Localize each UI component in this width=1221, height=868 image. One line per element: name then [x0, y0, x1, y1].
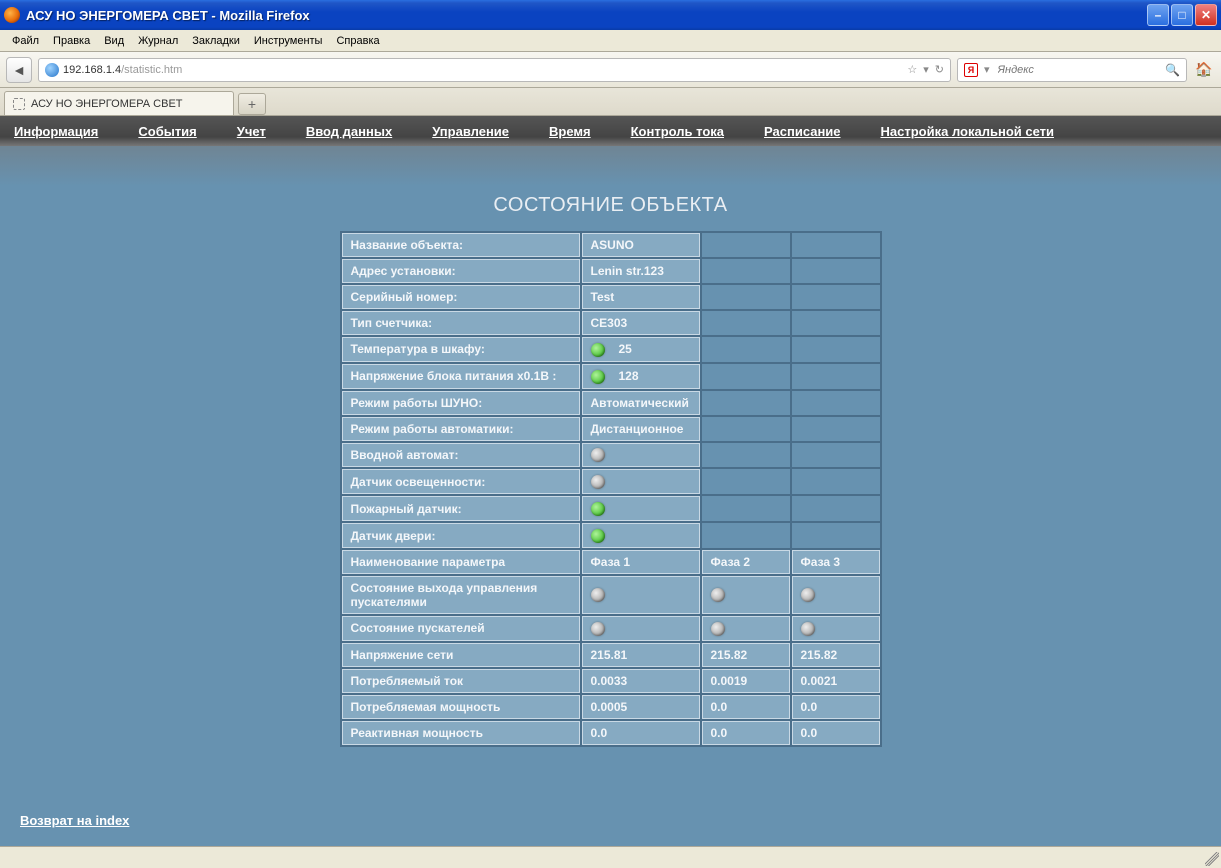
window-title: АСУ НО ЭНЕРГОМЕРА СВЕТ - Mozilla Firefox [26, 8, 1147, 23]
dropdown-icon[interactable]: ▾ [923, 63, 929, 76]
nav-events[interactable]: События [138, 124, 196, 139]
back-to-index-link[interactable]: Возврат на index [20, 813, 129, 828]
table-row: Название объекта:ASUNO [342, 233, 880, 257]
menu-view[interactable]: Вид [98, 33, 130, 49]
nav-control[interactable]: Управление [432, 124, 509, 139]
led-indicator [711, 588, 725, 602]
table-row: Температура в шкафу:25 [342, 337, 880, 362]
tab-title: АСУ НО ЭНЕРГОМЕРА СВЕТ [31, 98, 183, 110]
table-row: Вводной автомат: [342, 443, 880, 468]
globe-icon [45, 63, 59, 77]
home-button[interactable]: 🏠 [1193, 59, 1215, 81]
led-indicator [591, 502, 605, 516]
led-indicator [801, 588, 815, 602]
menu-file[interactable]: Файл [6, 33, 45, 49]
menu-history[interactable]: Журнал [132, 33, 184, 49]
table-row: Напряжение сети215.81215.82215.82 [342, 643, 880, 667]
browser-tab[interactable]: АСУ НО ЭНЕРГОМЕРА СВЕТ [4, 91, 234, 115]
url-input[interactable]: 192.168.1.4/statistic.htm ☆ ▾ ↻ [38, 58, 951, 82]
object-state-table: Название объекта:ASUNO Адрес установки:L… [340, 231, 882, 747]
table-row: Датчик двери: [342, 523, 880, 548]
nav-time[interactable]: Время [549, 124, 591, 139]
table-row: Тип счетчика:CE303 [342, 311, 880, 335]
bookmark-star-icon[interactable]: ☆ [907, 63, 917, 76]
search-input[interactable] [996, 63, 1160, 77]
site-nav: Информация События Учет Ввод данных Упра… [0, 116, 1221, 146]
nav-lan[interactable]: Настройка локальной сети [881, 124, 1055, 139]
led-indicator [591, 370, 605, 384]
url-text: 192.168.1.4/statistic.htm [63, 64, 182, 76]
table-row: Потребляемая мощность0.00050.00.0 [342, 695, 880, 719]
table-row: Датчик освещенности: [342, 469, 880, 494]
table-row: Адрес установки:Lenin str.123 [342, 259, 880, 283]
led-indicator [591, 529, 605, 543]
menu-help[interactable]: Справка [330, 33, 385, 49]
window-titlebar: АСУ НО ЭНЕРГОМЕРА СВЕТ - Mozilla Firefox… [0, 0, 1221, 30]
browser-navbar: ◄ 192.168.1.4/statistic.htm ☆ ▾ ↻ Я ▾ 🔍 … [0, 52, 1221, 88]
window-minimize-button[interactable]: – [1147, 4, 1169, 26]
window-close-button[interactable]: ✕ [1195, 4, 1217, 26]
menu-tools[interactable]: Инструменты [248, 33, 329, 49]
led-indicator [711, 622, 725, 636]
firefox-icon [4, 7, 20, 23]
reload-icon[interactable]: ↻ [935, 63, 944, 76]
page-content: Информация События Учет Ввод данных Упра… [0, 116, 1221, 846]
table-row: Серийный номер:Test [342, 285, 880, 309]
tab-strip: АСУ НО ЭНЕРГОМЕРА СВЕТ + [0, 88, 1221, 116]
new-tab-button[interactable]: + [238, 93, 266, 115]
led-indicator [591, 622, 605, 636]
nav-schedule[interactable]: Расписание [764, 124, 841, 139]
nav-info[interactable]: Информация [14, 124, 98, 139]
table-row: Состояние выхода управления пускателями [342, 576, 880, 614]
page-icon [13, 98, 25, 110]
nav-account[interactable]: Учет [237, 124, 266, 139]
table-row: Потребляемый ток0.00330.00190.0021 [342, 669, 880, 693]
page-title: СОСТОЯНИЕ ОБЪЕКТА [0, 194, 1221, 217]
led-indicator [591, 343, 605, 357]
led-indicator [801, 622, 815, 636]
window-maximize-button[interactable]: □ [1171, 4, 1193, 26]
table-row: Режим работы автоматики:Дистанционное [342, 417, 880, 441]
table-header-row: Наименование параметра Фаза 1 Фаза 2 Фаз… [342, 550, 880, 574]
nav-input[interactable]: Ввод данных [306, 124, 392, 139]
led-indicator [591, 588, 605, 602]
menu-bookmarks[interactable]: Закладки [186, 33, 246, 49]
table-row: Режим работы ШУНО:Автоматический [342, 391, 880, 415]
menu-edit[interactable]: Правка [47, 33, 96, 49]
yandex-icon: Я [964, 63, 978, 77]
back-button[interactable]: ◄ [6, 57, 32, 83]
nav-current[interactable]: Контроль тока [631, 124, 724, 139]
table-row: Пожарный датчик: [342, 496, 880, 521]
search-box[interactable]: Я ▾ 🔍 [957, 58, 1187, 82]
led-indicator [591, 448, 605, 462]
table-row: Состояние пускателей [342, 616, 880, 641]
status-bar [0, 846, 1221, 868]
resize-grip-icon[interactable] [1205, 852, 1219, 866]
table-row: Напряжение блока питания x0.1В :128 [342, 364, 880, 389]
table-row: Реактивная мощность0.00.00.0 [342, 721, 880, 745]
browser-menubar: Файл Правка Вид Журнал Закладки Инструме… [0, 30, 1221, 52]
search-icon[interactable]: 🔍 [1165, 63, 1180, 77]
led-indicator [591, 475, 605, 489]
